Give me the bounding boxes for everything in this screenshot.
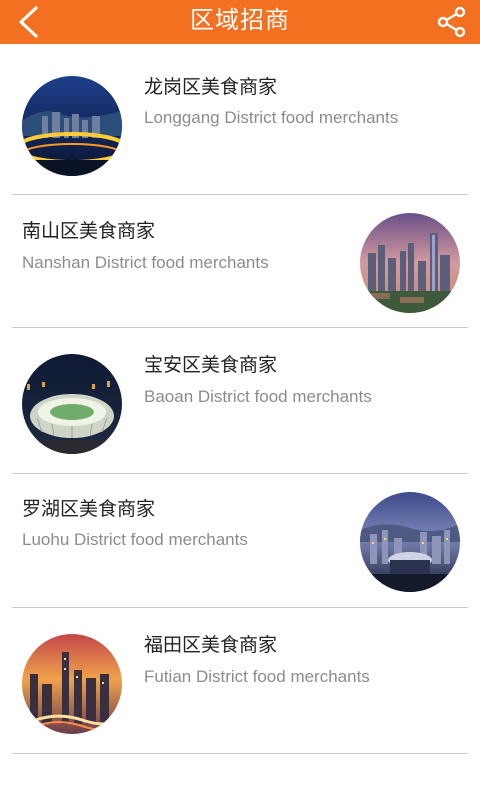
nanshan-skyline-photo bbox=[360, 213, 460, 313]
merchant-title: 福田区美食商家 bbox=[144, 634, 278, 656]
merchant-subtitle: Longgang District food merchants bbox=[144, 108, 399, 127]
futian-sunset-photo bbox=[22, 634, 122, 734]
chevron-left-icon bbox=[19, 6, 38, 38]
merchant-subtitle: Nanshan District food merchants bbox=[22, 253, 269, 272]
merchant-subtitle: Futian District food merchants bbox=[144, 667, 370, 686]
page-title: 区域招商 bbox=[190, 6, 290, 34]
merchant-subtitle: Baoan District food merchants bbox=[144, 387, 372, 406]
merchant-title: 龙岗区美食商家 bbox=[144, 76, 278, 98]
list-item-nanshan[interactable]: 南山区美食商家 Nanshan District food merchants bbox=[12, 195, 468, 328]
list-item-luohu[interactable]: 罗湖区美食商家 Luohu District food merchants bbox=[12, 474, 468, 608]
merchant-title: 罗湖区美食商家 bbox=[22, 498, 156, 520]
baoan-stadium-photo bbox=[22, 354, 122, 454]
list-item-baoan[interactable]: 宝安区美食商家 Baoan District food merchants bbox=[12, 328, 468, 474]
luohu-city-photo bbox=[360, 492, 460, 592]
share-button[interactable] bbox=[430, 0, 474, 44]
longgang-night-city-photo bbox=[22, 76, 122, 176]
header-bar: 区域招商 bbox=[0, 0, 480, 44]
merchant-title: 南山区美食商家 bbox=[22, 220, 156, 242]
list-item-longgang[interactable]: 龙岗区美食商家 Longgang District food merchants bbox=[12, 44, 468, 195]
back-button[interactable] bbox=[6, 0, 50, 44]
list-item-futian[interactable]: 福田区美食商家 Futian District food merchants bbox=[12, 608, 468, 754]
merchant-subtitle: Luohu District food merchants bbox=[22, 530, 248, 549]
merchant-title: 宝安区美食商家 bbox=[144, 354, 278, 376]
share-icon bbox=[437, 6, 466, 38]
